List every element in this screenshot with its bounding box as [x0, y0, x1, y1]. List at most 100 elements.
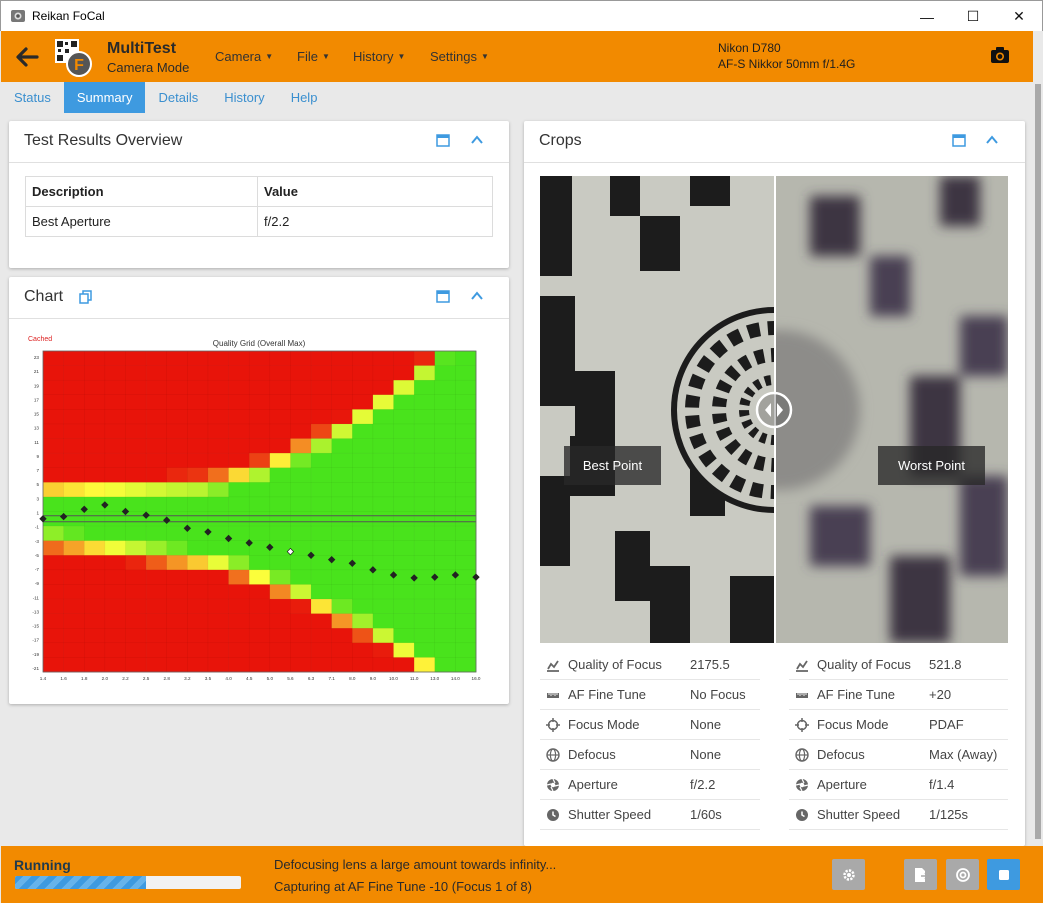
heatmap-cell — [249, 409, 271, 425]
heatmap-cell — [434, 351, 456, 366]
heatmap-cell — [311, 584, 332, 600]
heatmap-cell — [414, 540, 436, 556]
heatmap-cell — [146, 613, 168, 629]
chart-title: Quality Grid (Overall Max) — [213, 339, 306, 348]
column-header-description: Description — [25, 176, 258, 207]
heatmap-cell — [311, 467, 332, 483]
stop-button[interactable] — [987, 859, 1020, 890]
heatmap-cell — [207, 467, 229, 483]
scrollbar-thumb[interactable] — [1035, 84, 1041, 839]
heatmap-cell — [249, 423, 271, 439]
status-message-1: Defocusing lens a large amount towards i… — [274, 857, 557, 872]
heatmap-cell — [414, 438, 436, 454]
heatmap-cell — [84, 409, 106, 425]
export-button[interactable] — [904, 859, 937, 890]
heatmap-cell — [455, 453, 477, 469]
split-slider-handle-icon[interactable] — [755, 391, 793, 429]
heatmap-cell — [372, 569, 394, 585]
heatmap-cell — [84, 365, 106, 381]
x-tick-label: 4.5 — [246, 676, 253, 681]
heatmap-cell — [43, 380, 64, 396]
heatmap-cell — [43, 613, 64, 629]
heatmap-cell — [331, 380, 353, 396]
heatmap-cell — [43, 365, 64, 381]
close-button[interactable]: ✕ — [996, 1, 1042, 32]
maximize-panel-icon[interactable] — [436, 290, 450, 303]
heatmap-cell — [311, 599, 332, 614]
heatmap-cell — [434, 628, 456, 644]
heatmap-cell — [393, 628, 415, 644]
menu-file[interactable]: File ▼ — [297, 49, 330, 64]
back-arrow-icon[interactable] — [13, 43, 41, 71]
settings-button[interactable] — [832, 859, 865, 890]
heatmap-cell — [125, 642, 147, 658]
heatmap-cell — [331, 482, 353, 498]
heatmap-cell — [393, 365, 415, 381]
target-button[interactable] — [946, 859, 979, 890]
tab-details[interactable]: Details — [145, 82, 211, 113]
minimize-button[interactable]: — — [904, 1, 950, 32]
collapse-chevron-icon[interactable] — [470, 289, 484, 303]
y-tick-label: 15 — [34, 412, 40, 417]
maximize-panel-icon[interactable] — [952, 134, 966, 147]
menu-history[interactable]: History ▼ — [353, 49, 405, 64]
stat-value: f/2.2 — [690, 777, 716, 792]
maximize-button[interactable]: ☐ — [950, 1, 996, 32]
menu-camera[interactable]: Camera ▼ — [215, 49, 273, 64]
heatmap-cell — [187, 613, 209, 629]
tab-summary[interactable]: Summary — [63, 82, 146, 113]
tab-history[interactable]: History — [211, 82, 277, 113]
status-bar: Running Defocusing lens a large amount t… — [1, 846, 1043, 903]
heatmap-cell — [187, 453, 209, 469]
heatmap-cell — [311, 351, 332, 366]
heatmap-cell — [269, 511, 291, 527]
heatmap-cell — [166, 482, 188, 498]
heatmap-cell — [104, 496, 126, 512]
heatmap-cell — [187, 569, 209, 585]
stat-value: f/1.4 — [929, 777, 955, 792]
heatmap-cell — [104, 642, 126, 658]
y-tick-label: -21 — [32, 666, 39, 671]
collapse-chevron-icon[interactable] — [985, 133, 999, 147]
heatmap-cell — [146, 351, 168, 366]
heatmap-cell — [290, 423, 312, 439]
heatmap-cell — [269, 628, 291, 644]
heatmap-cell — [166, 438, 188, 454]
crosshair-icon — [546, 717, 560, 732]
x-tick-label: 2.2 — [122, 676, 129, 681]
menu-settings[interactable]: Settings ▼ — [430, 49, 489, 64]
heatmap-cell — [63, 540, 85, 556]
heatmap-cell — [393, 453, 415, 469]
heatmap-cell — [43, 657, 64, 673]
heatmap-cell — [311, 394, 332, 410]
heatmap-cell — [455, 657, 477, 673]
copy-icon[interactable] — [79, 290, 92, 304]
heatmap-cell — [290, 365, 312, 381]
worst-point-stats: Quality of Focus 521.8 AF Fine Tune +20 Focu… — [789, 650, 1008, 830]
heatmap-cell — [331, 394, 353, 410]
heatmap-cell — [269, 394, 291, 410]
crop-comparison[interactable]: Best Point Worst Point — [540, 176, 1008, 643]
camera-icon[interactable] — [990, 46, 1010, 64]
heatmap-cell — [228, 642, 250, 658]
y-tick-label: 23 — [34, 355, 40, 360]
stat-label: Shutter Speed — [817, 807, 901, 822]
maximize-panel-icon[interactable] — [436, 134, 450, 147]
heatmap-cell — [166, 540, 188, 556]
stat-value: None — [690, 747, 722, 762]
heatmap-cell — [104, 613, 126, 629]
stat-row: Defocus None — [540, 740, 760, 770]
collapse-chevron-icon[interactable] — [470, 133, 484, 147]
heatmap-cell — [269, 453, 291, 469]
heatmap-cell — [455, 438, 477, 454]
tab-help[interactable]: Help — [278, 82, 331, 113]
heatmap-cell — [207, 365, 229, 381]
heatmap-cell — [434, 453, 456, 469]
tab-status[interactable]: Status — [1, 82, 64, 113]
heatmap-cell — [63, 526, 85, 541]
caret-down-icon: ▼ — [265, 52, 274, 61]
heatmap-cell — [228, 496, 250, 512]
heatmap-cell — [269, 657, 291, 673]
vertical-scrollbar[interactable] — [1033, 82, 1043, 846]
heatmap-cell — [166, 642, 188, 658]
